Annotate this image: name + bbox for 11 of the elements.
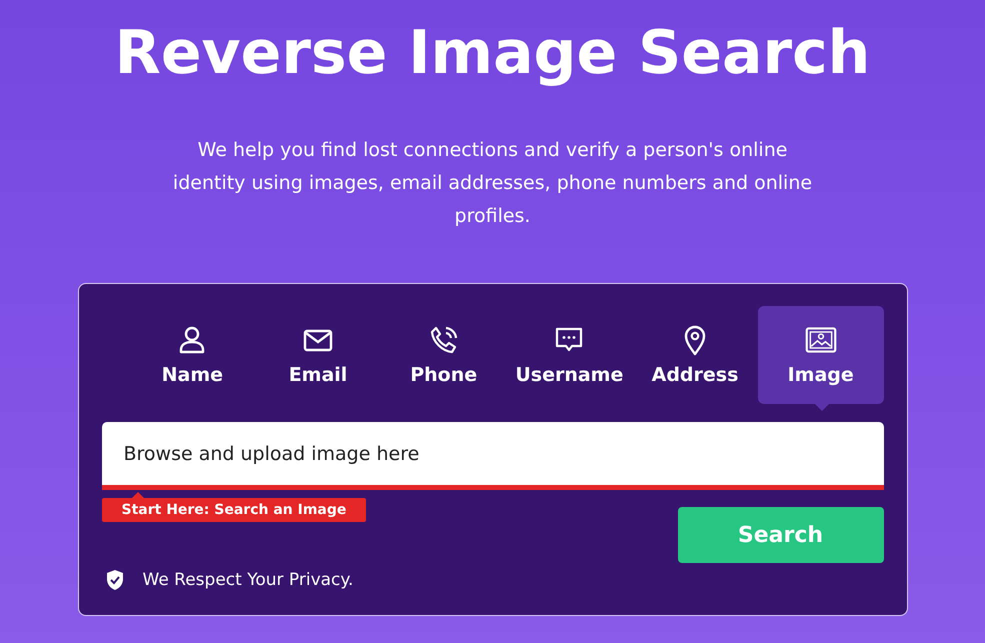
search-tab[interactable]: Username [506,306,632,404]
search-tab[interactable]: Email [255,306,381,404]
search-tab[interactable]: Phone [380,306,507,404]
search-tab[interactable]: Name [130,306,256,404]
page-title: Reverse Image Search [114,17,870,90]
privacy-note: We Respect Your Privacy. [142,570,354,590]
search-tab[interactable]: Address [632,306,758,404]
page-subtitle: We help you find lost connections and verify a person's online identity using images, email addresses, phone numbers and online profiles. [172,138,812,229]
upload-field[interactable]: Browse and upload image here [102,422,884,490]
shield-check-icon [104,569,124,591]
hint-tooltip: Start Here: Search an Image [102,492,366,522]
